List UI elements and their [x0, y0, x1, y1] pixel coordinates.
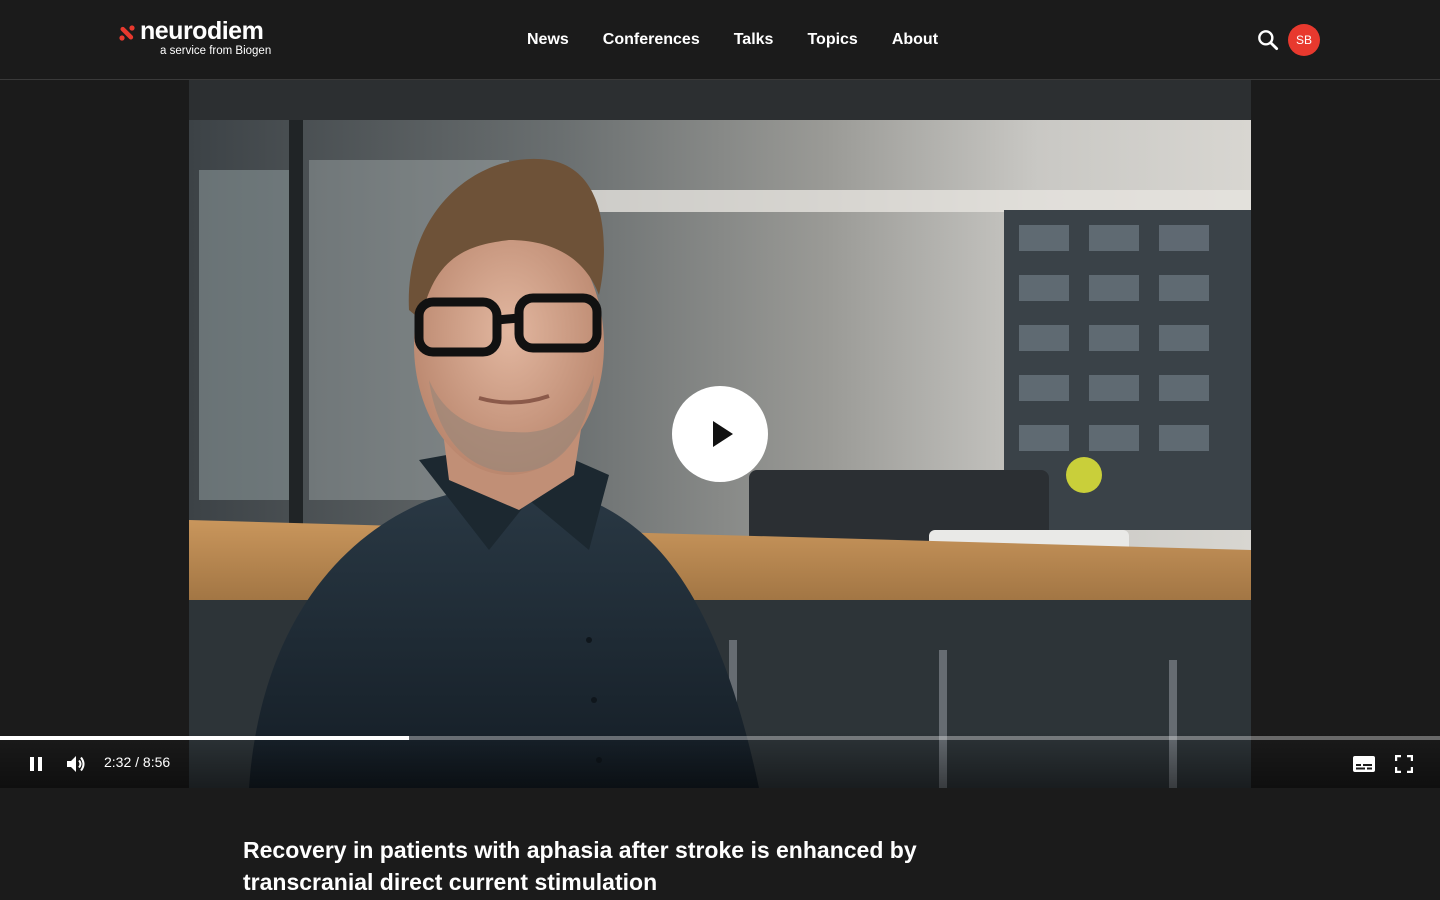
search-button[interactable]: [1255, 27, 1281, 53]
search-icon: [1258, 30, 1279, 51]
video-title: Recovery in patients with aphasia after …: [243, 837, 917, 895]
captions-button[interactable]: [1350, 750, 1378, 778]
user-avatar[interactable]: SB: [1288, 24, 1320, 56]
pause-button[interactable]: [22, 750, 50, 778]
fullscreen-button[interactable]: [1390, 750, 1418, 778]
play-button[interactable]: [672, 386, 768, 482]
nav-item-about[interactable]: About: [892, 31, 938, 49]
captions-icon: [1353, 756, 1375, 772]
video-player: 2:32 / 8:56: [0, 80, 1440, 788]
nav-item-conferences[interactable]: Conferences: [603, 31, 700, 49]
brand-logo[interactable]: neurodiem a service from Biogen: [118, 17, 288, 62]
nav-item-talks[interactable]: Talks: [734, 31, 774, 49]
site-header: neurodiem a service from Biogen News Con…: [0, 0, 1440, 80]
fullscreen-icon: [1395, 755, 1413, 773]
pause-icon: [30, 757, 42, 771]
progress-bar-played: [0, 736, 409, 740]
main-nav: News Conferences Talks Topics About: [527, 0, 972, 80]
volume-button[interactable]: [62, 750, 90, 778]
progress-bar[interactable]: [0, 736, 1440, 740]
time-display: 2:32 / 8:56: [104, 754, 171, 770]
brand-tagline: a service from Biogen: [160, 45, 272, 57]
player-controls: 2:32 / 8:56: [0, 732, 1440, 788]
nav-item-news[interactable]: News: [527, 31, 569, 49]
brand-name: neurodiem: [140, 17, 264, 45]
logo-mark-icon: [119, 25, 135, 41]
volume-icon: [67, 756, 85, 772]
nav-item-topics[interactable]: Topics: [807, 31, 857, 49]
play-icon: [713, 421, 733, 447]
